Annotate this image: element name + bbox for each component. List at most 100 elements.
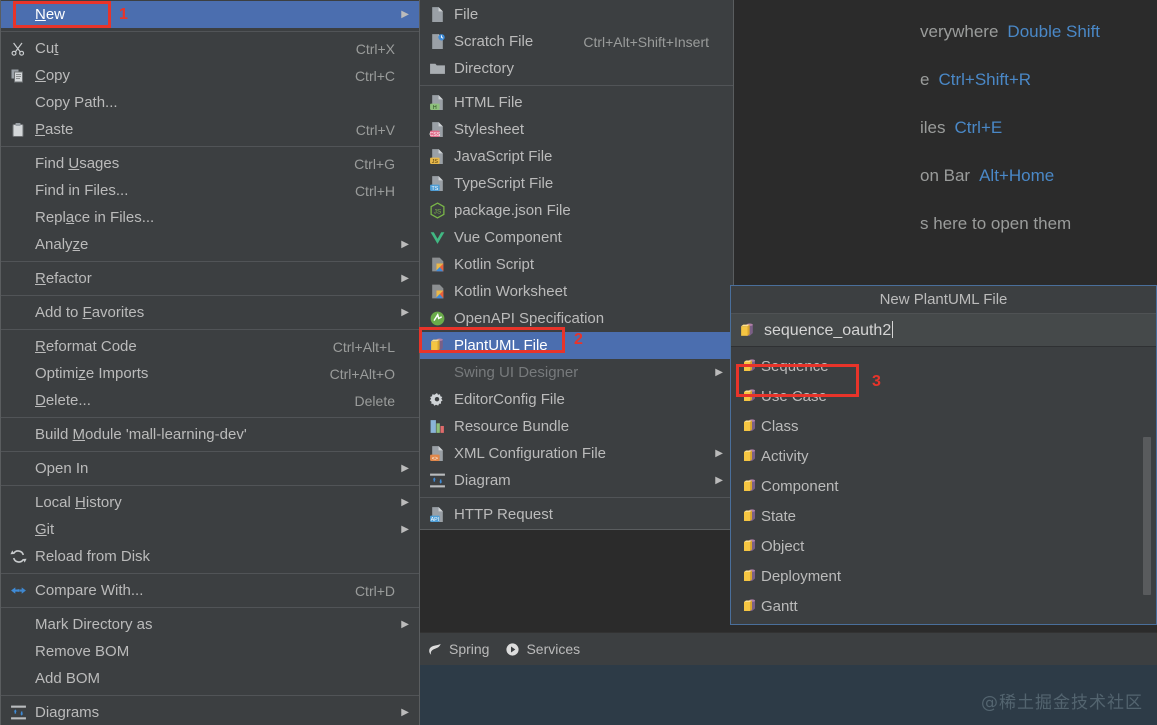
new-submenu-item-http-request[interactable]: APIHTTP Request <box>420 501 733 528</box>
popup-title: New PlantUML File <box>731 286 1156 314</box>
plantuml-icon <box>739 595 761 617</box>
new-submenu-item-typescript-file[interactable]: TSTypeScript File <box>420 170 733 197</box>
context-menu-item-reload-from-disk[interactable]: Reload from Disk <box>1 543 419 570</box>
context-menu-item-analyze[interactable]: Analyze▶ <box>1 231 419 258</box>
menu-item-label: Local History <box>33 494 395 511</box>
no-icon <box>3 614 33 636</box>
context-menu-item-open-in[interactable]: Open In▶ <box>1 455 419 482</box>
annotation-number-1: 1 <box>119 6 128 24</box>
new-submenu-item-html-file[interactable]: HHTML File <box>420 89 733 116</box>
new-submenu-item-package-json-file[interactable]: JSpackage.json File <box>420 197 733 224</box>
no-icon <box>3 180 33 202</box>
menu-item-label: TypeScript File <box>452 175 709 192</box>
editor-hint-text: iles <box>920 118 946 137</box>
no-icon <box>3 207 33 229</box>
diagram-type-component[interactable]: Component <box>731 471 1156 501</box>
context-menu-item-delete[interactable]: Delete...Delete <box>1 387 419 414</box>
file-name-input-row[interactable]: sequence_oauth2 <box>731 314 1156 347</box>
status-item-spring[interactable]: Spring <box>424 633 501 665</box>
plantuml-icon <box>739 565 761 587</box>
context-menu-item-add-bom[interactable]: Add BOM <box>1 665 419 692</box>
play-circle-icon <box>505 642 520 657</box>
diagram-type-state[interactable]: State <box>731 501 1156 531</box>
context-menu-item-local-history[interactable]: Local History▶ <box>1 489 419 516</box>
no-icon <box>3 424 33 446</box>
editor-hint-text: s here to open them <box>920 214 1071 233</box>
js-file-icon: JS <box>422 146 452 168</box>
menu-separator <box>1 485 419 486</box>
new-submenu-item-openapi-specification[interactable]: OpenAPI Specification <box>420 305 733 332</box>
menu-item-label: Vue Component <box>452 229 709 246</box>
context-menu-item-cut[interactable]: CutCtrl+X <box>1 35 419 62</box>
new-submenu-item-kotlin-worksheet[interactable]: Kotlin Worksheet <box>420 278 733 305</box>
diagram-type-object[interactable]: Object <box>731 531 1156 561</box>
diagram-type-gantt[interactable]: Gantt <box>731 591 1156 621</box>
file-name-input[interactable]: sequence_oauth2 <box>757 321 893 340</box>
menu-item-label: JavaScript File <box>452 148 709 165</box>
diagram-type-activity[interactable]: Activity <box>731 441 1156 471</box>
diagram-type-list[interactable]: Sequence Use Case Class ActivityComponentSt… <box>731 347 1156 624</box>
context-menu-item-add-to-favorites[interactable]: Add to Favorites▶ <box>1 299 419 326</box>
plantuml-icon <box>737 319 757 341</box>
diagram-type-label: Sequence <box>761 358 829 375</box>
diagram-icon <box>422 470 452 492</box>
kotlin-icon <box>422 254 452 276</box>
diagram-type-use-case[interactable]: Use Case <box>731 381 1156 411</box>
context-menu-item-mark-directory-as[interactable]: Mark Directory as▶ <box>1 611 419 638</box>
html-file-icon: H <box>422 92 452 114</box>
context-menu-item-build-module-mall-learning-dev[interactable]: Build Module 'mall-learning-dev' <box>1 421 419 448</box>
menu-item-label: OpenAPI Specification <box>452 310 709 327</box>
folder-icon <box>422 58 452 80</box>
context-menu-item-optimize-imports[interactable]: Optimize ImportsCtrl+Alt+O <box>1 360 419 387</box>
diagram-type-label: Class <box>761 418 799 435</box>
context-menu-item-copy[interactable]: CopyCtrl+C <box>1 62 419 89</box>
diagram-type-deployment[interactable]: Deployment <box>731 561 1156 591</box>
no-icon <box>3 4 33 26</box>
list-scrollbar[interactable] <box>1144 351 1154 622</box>
new-submenu-item-file[interactable]: File <box>420 1 733 28</box>
menu-separator <box>1 295 419 296</box>
context-menu-item-compare-with[interactable]: Compare With...Ctrl+D <box>1 577 419 604</box>
new-submenu-item-diagram[interactable]: Diagram▶ <box>420 467 733 494</box>
context-menu-item-find-usages[interactable]: Find UsagesCtrl+G <box>1 150 419 177</box>
new-submenu-item-directory[interactable]: Directory <box>420 55 733 82</box>
menu-item-label: Stylesheet <box>452 121 709 138</box>
editor-hint-shortcut: Alt+Home <box>970 166 1054 185</box>
new-submenu-item-scratch-file[interactable]: Scratch FileCtrl+Alt+Shift+Insert <box>420 28 733 55</box>
new-submenu[interactable]: FileScratch FileCtrl+Alt+Shift+InsertDir… <box>419 0 734 530</box>
context-menu-item-replace-in-files[interactable]: Replace in Files... <box>1 204 419 231</box>
context-menu-item-copy-path[interactable]: Copy Path... <box>1 89 419 116</box>
diagram-type-class[interactable]: Class <box>731 411 1156 441</box>
context-menu-item-reformat-code[interactable]: Reformat CodeCtrl+Alt+L <box>1 333 419 360</box>
context-menu-item-find-in-files[interactable]: Find in Files...Ctrl+H <box>1 177 419 204</box>
menu-item-shortcut: Ctrl+Alt+Shift+Insert <box>557 34 709 50</box>
chevron-right-icon: ▶ <box>395 707 409 718</box>
new-plantuml-file-popup[interactable]: New PlantUML File sequence_oauth2 Sequen… <box>730 285 1157 625</box>
editor-hints: verywhereDouble ShifteCtrl+Shift+RilesCt… <box>920 8 1157 248</box>
context-menu-item-diagrams[interactable]: Diagrams▶ <box>1 699 419 725</box>
new-submenu-item-vue-component[interactable]: Vue Component <box>420 224 733 251</box>
list-scrollbar-thumb[interactable] <box>1143 437 1151 595</box>
menu-item-label: Refactor <box>33 270 395 287</box>
new-submenu-item-resource-bundle[interactable]: Resource Bundle <box>420 413 733 440</box>
no-icon <box>3 153 33 175</box>
plantuml-icon <box>739 445 761 467</box>
menu-separator <box>1 451 419 452</box>
context-menu-item-new[interactable]: New▶ <box>1 1 419 28</box>
diagram-type-sequence[interactable]: Sequence <box>731 351 1156 381</box>
context-menu[interactable]: New▶ CutCtrl+XCopyCtrl+CCopy Path...Paste… <box>0 0 420 725</box>
new-submenu-item-kotlin-script[interactable]: Kotlin Script <box>420 251 733 278</box>
context-menu-item-refactor[interactable]: Refactor▶ <box>1 265 419 292</box>
new-submenu-item-javascript-file[interactable]: JSJavaScript File <box>420 143 733 170</box>
context-menu-item-paste[interactable]: PasteCtrl+V <box>1 116 419 143</box>
context-menu-item-git[interactable]: Git▶ <box>1 516 419 543</box>
reload-icon <box>3 546 33 568</box>
new-submenu-item-xml-configuration-file[interactable]: <>XML Configuration File▶ <box>420 440 733 467</box>
plantuml-icon <box>739 535 761 557</box>
context-menu-item-remove-bom[interactable]: Remove BOM <box>1 638 419 665</box>
menu-item-label: Diagrams <box>33 704 395 721</box>
no-icon <box>3 234 33 256</box>
status-item-services[interactable]: Services <box>501 633 592 665</box>
new-submenu-item-stylesheet[interactable]: CSSStylesheet <box>420 116 733 143</box>
new-submenu-item-editorconfig-file[interactable]: EditorConfig File <box>420 386 733 413</box>
